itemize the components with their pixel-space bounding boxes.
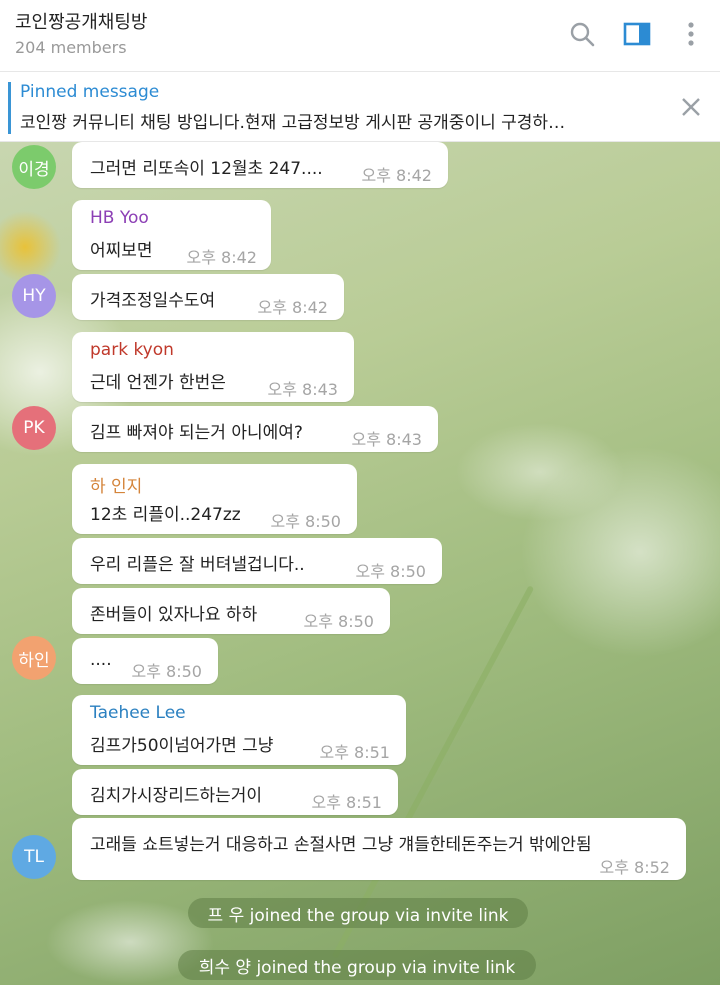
message-bubble[interactable]: .... 오후 8:50 bbox=[72, 638, 218, 684]
member-count[interactable]: 204 members bbox=[15, 38, 127, 57]
message-time: 오후 8:51 bbox=[311, 793, 382, 812]
message-bubble[interactable]: 우리 리플은 잘 버텨낼겁니다.. 오후 8:50 bbox=[72, 538, 442, 584]
message-bubble[interactable]: HB Yoo 어찌보면 오후 8:42 bbox=[72, 200, 271, 270]
avatar[interactable]: 이경 bbox=[12, 145, 56, 189]
message-time: 오후 8:42 bbox=[361, 166, 432, 185]
message-bubble[interactable]: Taehee Lee 김프가50이넘어가면 그냥 오후 8:51 bbox=[72, 695, 406, 765]
avatar[interactable]: TL bbox=[12, 835, 56, 879]
sender-name[interactable]: Taehee Lee bbox=[90, 703, 186, 723]
pinned-title: Pinned message bbox=[20, 82, 160, 102]
message-bubble[interactable]: 그러면 리또속이 12월초 247.... 오후 8:42 bbox=[72, 142, 448, 188]
message-time: 오후 8:42 bbox=[257, 298, 328, 317]
message-text: 어찌보면 bbox=[90, 241, 153, 261]
message-bubble[interactable]: 김치가시장리드하는거이 오후 8:51 bbox=[72, 769, 398, 815]
message-time: 오후 8:50 bbox=[270, 512, 341, 531]
sidebar-toggle-icon[interactable] bbox=[621, 18, 653, 50]
service-message: 프 우 joined the group via invite link bbox=[188, 898, 528, 928]
avatar[interactable]: PK bbox=[12, 406, 56, 450]
message-text: 근데 언젠가 한번은 bbox=[90, 373, 226, 393]
message-bubble[interactable]: 하 인지 12초 리플이..247zz 오후 8:50 bbox=[72, 464, 357, 534]
message-bubble[interactable]: 고래들 쇼트넣는거 대응하고 손절사면 그냥 걔들한테돈주는거 밖에안됨 오후 … bbox=[72, 818, 686, 880]
pinned-message-bar[interactable]: Pinned message 코인짱 커뮤니티 채팅 방입니다.현재 고급정보방… bbox=[0, 72, 720, 142]
message-time: 오후 8:43 bbox=[351, 430, 422, 449]
message-text: 김치가시장리드하는거이 bbox=[90, 786, 263, 806]
pinned-text: 코인짱 커뮤니티 채팅 방입니다.현재 고급정보방 게시판 공개중이니 구경하… bbox=[20, 113, 566, 133]
message-time: 오후 8:50 bbox=[131, 662, 202, 681]
sender-name[interactable]: 하 인지 bbox=[90, 472, 142, 497]
message-text: 고래들 쇼트넣는거 대응하고 손절사면 그냥 걔들한테돈주는거 밖에안됨 bbox=[90, 835, 592, 855]
message-time: 오후 8:52 bbox=[599, 858, 670, 877]
avatar[interactable]: HY bbox=[12, 274, 56, 318]
message-bubble[interactable]: park kyon 근데 언젠가 한번은 오후 8:43 bbox=[72, 332, 354, 402]
chat-title[interactable]: 코인짱공개채팅방 bbox=[15, 8, 147, 34]
message-text: 우리 리플은 잘 버텨낼겁니다.. bbox=[90, 555, 305, 575]
more-vertical-icon[interactable] bbox=[675, 18, 707, 50]
sender-name[interactable]: HB Yoo bbox=[90, 208, 149, 228]
pinned-accent-bar bbox=[8, 82, 11, 134]
avatar[interactable]: 하인 bbox=[12, 636, 56, 680]
message-time: 오후 8:50 bbox=[355, 562, 426, 581]
message-text: 12초 리플이..247zz bbox=[90, 505, 241, 525]
search-icon[interactable] bbox=[566, 18, 598, 50]
message-time: 오후 8:42 bbox=[186, 248, 257, 267]
close-icon[interactable] bbox=[678, 94, 704, 120]
message-text: .... bbox=[90, 650, 112, 670]
message-bubble[interactable]: 김프 빠져야 되는거 아니에여? 오후 8:43 bbox=[72, 406, 438, 452]
message-bubble[interactable]: 존버들이 있자나요 하하 오후 8:50 bbox=[72, 588, 390, 634]
chat-area[interactable]: 그러면 리또속이 12월초 247.... 오후 8:42 이경 HB Yoo … bbox=[0, 142, 720, 985]
message-time: 오후 8:43 bbox=[267, 380, 338, 399]
message-text: 가격조정일수도여 bbox=[90, 291, 216, 311]
chat-header: 코인짱공개채팅방 204 members bbox=[0, 0, 720, 72]
message-text: 존버들이 있자나요 하하 bbox=[90, 605, 258, 625]
sender-name[interactable]: park kyon bbox=[90, 340, 174, 360]
message-time: 오후 8:50 bbox=[303, 612, 374, 631]
service-message: 희수 양 joined the group via invite link bbox=[178, 950, 536, 980]
message-text: 김프 빠져야 되는거 아니에여? bbox=[90, 423, 303, 443]
message-bubble[interactable]: 가격조정일수도여 오후 8:42 bbox=[72, 274, 344, 320]
message-text: 그러면 리또속이 12월초 247.... bbox=[90, 159, 323, 179]
message-text: 김프가50이넘어가면 그냥 bbox=[90, 736, 274, 756]
message-time: 오후 8:51 bbox=[319, 743, 390, 762]
